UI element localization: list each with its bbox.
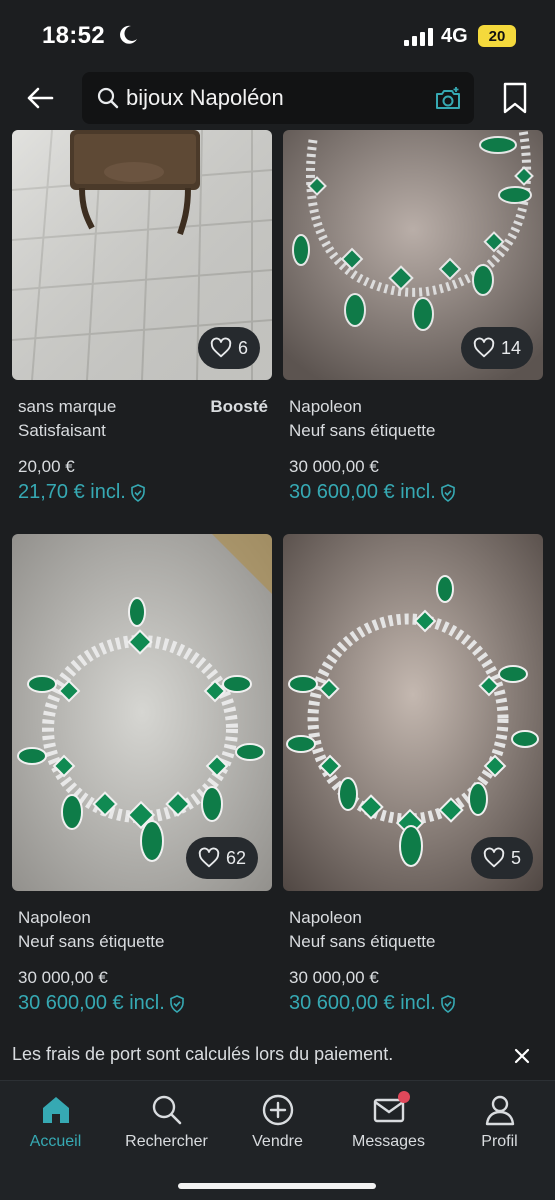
bottom-navigation: Accueil Rechercher Vendre Messages Profi… [0, 1080, 555, 1200]
item-price: 20,00 € [18, 457, 75, 476]
messages-icon-wrap [372, 1091, 410, 1127]
shipping-info-text: Les frais de port sont calculés lors du … [12, 1044, 394, 1064]
item-card[interactable]: 5 Napoleon Neuf sans étiquette 30 000,00… [283, 534, 545, 1014]
close-icon [514, 1048, 530, 1064]
moon-icon [120, 25, 137, 44]
unread-badge [397, 1091, 410, 1103]
item-brand: Napoleon [289, 908, 362, 927]
item-brand: Napoleon [18, 908, 91, 927]
close-banner-button[interactable] [510, 1044, 534, 1068]
nav-label: Messages [352, 1133, 425, 1150]
price-incl-label: 30 600,00 € incl. [18, 992, 165, 1014]
battery-level: 20 [488, 27, 506, 45]
favorite-button[interactable]: 5 [471, 837, 534, 879]
heart-icon [210, 337, 232, 358]
item-price-incl: 30 600,00 € incl. [289, 481, 456, 504]
shield-icon[interactable] [169, 994, 185, 1013]
arrow-left-icon [27, 87, 54, 109]
heart-icon [198, 847, 220, 868]
search-icon [152, 1095, 181, 1125]
nav-search[interactable]: Rechercher [111, 1093, 222, 1151]
item-price: 30 000,00 € [18, 968, 108, 987]
price-incl-label: 21,70 € incl. [18, 481, 126, 503]
shipping-info-banner: Les frais de port sont calculés lors du … [0, 1030, 555, 1080]
item-condition: Neuf sans étiquette [289, 421, 436, 440]
item-price: 30 000,00 € [289, 457, 379, 476]
price-incl-label: 30 600,00 € incl. [289, 481, 436, 503]
nav-profile[interactable]: Profil [444, 1093, 555, 1151]
home-icon [42, 1097, 69, 1123]
item-price: 30 000,00 € [289, 968, 379, 987]
item-condition: Neuf sans étiquette [18, 932, 165, 951]
nav-label: Profil [481, 1133, 518, 1150]
favorite-button[interactable]: 62 [186, 837, 259, 879]
search-query: bijoux Napoléon [126, 85, 284, 110]
heart-icon [473, 337, 495, 358]
nav-home[interactable]: Accueil [0, 1093, 111, 1151]
nav-label: Vendre [252, 1133, 303, 1150]
item-condition: Satisfaisant [18, 421, 106, 440]
bookmark-icon [503, 82, 527, 114]
price-incl-label: 30 600,00 € incl. [289, 992, 436, 1014]
nav-label: Rechercher [125, 1133, 208, 1150]
camera-search-icon[interactable] [434, 86, 462, 112]
status-time: 18:52 [42, 22, 105, 49]
search-header: bijoux Napoléon [0, 70, 555, 130]
item-price-incl: 21,70 € incl. [18, 481, 146, 504]
favorite-count: 5 [511, 847, 522, 868]
favorite-count: 6 [238, 337, 249, 358]
search-icon [97, 87, 119, 109]
nav-label: Accueil [29, 1133, 82, 1150]
status-bar: 18:52 4G 20 [0, 0, 555, 70]
item-price-incl: 30 600,00 € incl. [18, 992, 185, 1015]
item-card[interactable]: 62 Napoleon Neuf sans étiquette 30 000,0… [12, 534, 274, 1014]
favorite-button[interactable]: 6 [198, 327, 261, 369]
profile-icon [485, 1095, 514, 1126]
item-card[interactable]: 14 Napoleon Neuf sans étiquette 30 000,0… [283, 130, 545, 530]
item-card[interactable]: 6 sans marque Boosté Satisfaisant 20,00 … [12, 130, 274, 530]
item-brand: sans marque [18, 397, 117, 416]
shield-icon[interactable] [440, 994, 456, 1013]
results-grid: 6 sans marque Boosté Satisfaisant 20,00 … [0, 130, 555, 1030]
battery-indicator: 20 [478, 25, 516, 47]
nav-messages[interactable]: Messages [333, 1091, 444, 1151]
back-button[interactable] [22, 80, 58, 116]
save-search-button[interactable] [498, 78, 532, 118]
nav-sell[interactable]: Vendre [222, 1093, 333, 1151]
shield-icon[interactable] [130, 483, 146, 502]
item-condition: Neuf sans étiquette [289, 932, 436, 951]
boosted-badge: Boosté [210, 397, 268, 416]
home-indicator [178, 1183, 376, 1189]
item-brand: Napoleon [289, 397, 362, 416]
favorite-button[interactable]: 14 [461, 327, 534, 369]
signal-icon [404, 28, 433, 46]
favorite-count: 14 [501, 337, 522, 358]
network-type: 4G [441, 25, 468, 47]
search-input[interactable]: bijoux Napoléon [82, 72, 474, 124]
heart-icon [483, 847, 505, 868]
plus-circle-icon [262, 1094, 293, 1126]
favorite-count: 62 [226, 847, 247, 868]
item-price-incl: 30 600,00 € incl. [289, 992, 456, 1015]
shield-icon[interactable] [440, 483, 456, 502]
